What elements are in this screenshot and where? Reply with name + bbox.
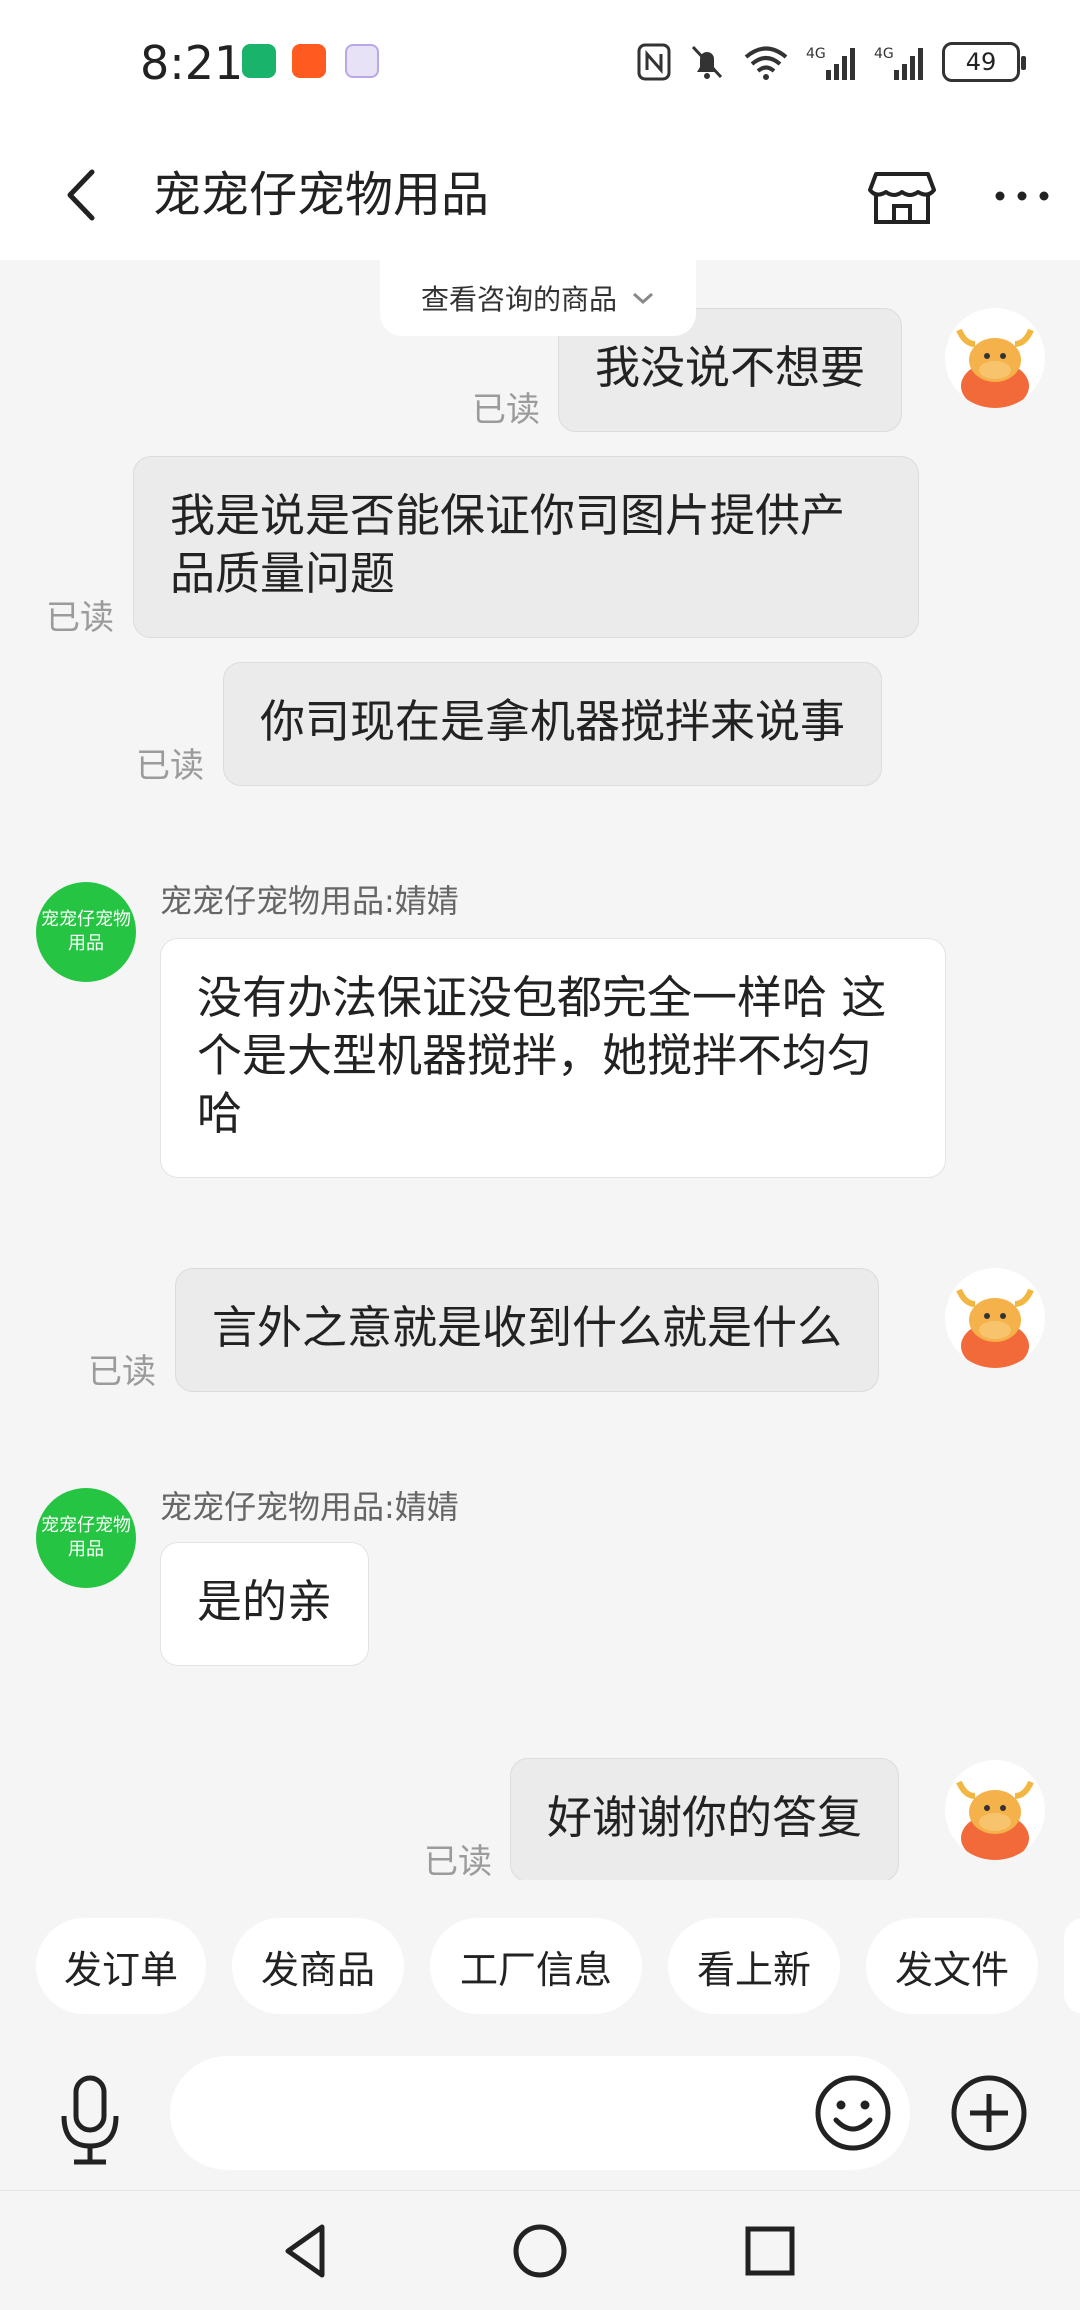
status-time: 8:21 bbox=[140, 36, 244, 90]
hourglass-app-icon bbox=[242, 44, 276, 78]
sender-name: 宠宠仔宠物用品:婧婧 bbox=[160, 882, 459, 920]
nav-back-icon[interactable] bbox=[276, 2219, 340, 2283]
user-avatar[interactable] bbox=[945, 1268, 1045, 1368]
system-nav-bar bbox=[0, 2190, 1080, 2310]
shopping-app-icon bbox=[292, 44, 326, 78]
quick-actions-bar: 发订单 发商品 工厂信息 看上新 发文件 bbox=[0, 1880, 1080, 2050]
message-bubble-mine[interactable]: 好谢谢你的答复 bbox=[510, 1758, 900, 1880]
read-status: 已读 bbox=[88, 1352, 156, 1392]
sender-name: 宠宠仔宠物用品:婧婧 bbox=[160, 1488, 459, 1526]
back-arrow-icon[interactable] bbox=[50, 160, 120, 230]
send-order-chip[interactable]: 发订单 bbox=[36, 1918, 206, 2014]
chat-header: 宠宠仔宠物用品 bbox=[0, 130, 1080, 260]
read-status: 已读 bbox=[46, 598, 114, 638]
nfc-icon bbox=[637, 43, 671, 81]
message-bubble-mine[interactable]: 你司现在是拿机器搅拌来说事 bbox=[223, 662, 883, 786]
store-icon[interactable] bbox=[866, 160, 938, 232]
message-bubble-mine[interactable]: 言外之意就是收到什么就是什么 bbox=[175, 1268, 880, 1392]
svg-text:4G: 4G bbox=[874, 46, 894, 62]
more-chip[interactable] bbox=[1064, 1918, 1080, 2014]
read-status: 已读 bbox=[136, 746, 204, 786]
bull-avatar-icon bbox=[956, 328, 1034, 408]
input-bar bbox=[0, 2050, 1080, 2190]
emoji-icon[interactable] bbox=[812, 2072, 894, 2154]
view-new-chip[interactable]: 看上新 bbox=[668, 1918, 840, 2014]
svg-text:4G: 4G bbox=[806, 46, 826, 62]
nav-recents-icon[interactable] bbox=[738, 2219, 802, 2283]
wifi-icon bbox=[744, 46, 788, 80]
message-bubble-mine[interactable]: 我是说是否能保证你司图片提供产品质量问题 bbox=[133, 456, 919, 638]
bull-avatar-icon bbox=[956, 1288, 1034, 1368]
factory-info-chip[interactable]: 工厂信息 bbox=[430, 1918, 642, 2014]
send-file-chip[interactable]: 发文件 bbox=[866, 1918, 1038, 2014]
user-avatar[interactable] bbox=[945, 308, 1045, 408]
status-bar: 8:21 4G 4G 49 bbox=[0, 0, 1080, 130]
4g-signal-icon: 4G bbox=[806, 46, 855, 80]
read-status: 已读 bbox=[472, 390, 540, 430]
message-input[interactable] bbox=[170, 2056, 910, 2170]
shop-avatar[interactable]: 宠宠仔宠物用品 bbox=[36, 882, 136, 982]
bull-avatar-icon bbox=[956, 1780, 1034, 1860]
microphone-icon[interactable] bbox=[52, 2070, 128, 2170]
read-status: 已读 bbox=[424, 1842, 492, 1880]
chat-messages[interactable]: 我没说不想要 已读 查看咨询的商品 我是说是否能保证你司图片提供产品质量问题 已… bbox=[0, 260, 1080, 1880]
message-bubble-theirs[interactable]: 没有办法保证没包都完全一样哈 这个是大型机器搅拌，她搅拌不均匀哈 bbox=[160, 938, 946, 1178]
4g-signal-icon: 4G bbox=[874, 46, 923, 80]
page-title: 宠宠仔宠物用品 bbox=[153, 167, 490, 223]
view-consulted-product-button[interactable]: 查看咨询的商品 bbox=[380, 260, 696, 336]
user-avatar[interactable] bbox=[945, 1760, 1045, 1860]
system-icons: 4G 4G 49 bbox=[636, 40, 1026, 84]
battery-icon: 49 bbox=[942, 42, 1026, 82]
music-app-icon bbox=[345, 44, 379, 78]
plus-icon[interactable] bbox=[948, 2072, 1030, 2154]
more-icon[interactable] bbox=[990, 160, 1054, 232]
message-bubble-theirs[interactable]: 是的亲 bbox=[160, 1542, 370, 1666]
chevron-down-icon bbox=[633, 292, 653, 305]
silent-bell-icon bbox=[691, 45, 723, 79]
shop-avatar[interactable]: 宠宠仔宠物用品 bbox=[36, 1488, 136, 1588]
send-product-chip[interactable]: 发商品 bbox=[232, 1918, 404, 2014]
nav-home-icon[interactable] bbox=[508, 2219, 572, 2283]
product-tab-label: 查看咨询的商品 bbox=[420, 283, 617, 316]
